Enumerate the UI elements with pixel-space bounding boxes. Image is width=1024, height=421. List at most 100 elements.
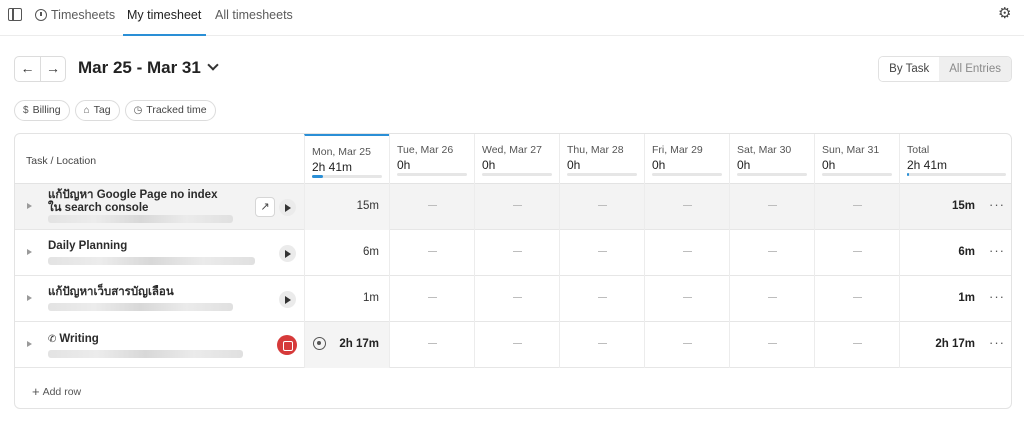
day-hours: 0h xyxy=(482,158,496,172)
progress-fill xyxy=(907,173,909,176)
play-button[interactable] xyxy=(279,245,296,262)
tag-icon: ⌂ xyxy=(83,105,90,116)
filter-label: Tag xyxy=(93,104,111,116)
more-options-icon[interactable]: ··· xyxy=(989,243,1005,258)
thu-cell[interactable] xyxy=(559,230,644,276)
day-progress-bar xyxy=(482,173,552,176)
cell-value: 1m xyxy=(363,292,379,304)
sat-cell[interactable] xyxy=(729,322,814,368)
fri-cell[interactable] xyxy=(644,322,729,368)
empty-dash xyxy=(598,205,607,206)
wed-cell[interactable] xyxy=(474,276,559,322)
sidebar-toggle-icon[interactable] xyxy=(8,8,22,21)
redacted-location xyxy=(48,257,255,265)
empty-dash xyxy=(683,297,692,298)
empty-dash xyxy=(768,205,777,206)
table-row[interactable]: แก้ปัญหา Google Page no index ใน search … xyxy=(15,184,1011,230)
sat-cell[interactable] xyxy=(729,184,814,230)
sun-cell[interactable] xyxy=(814,184,899,230)
thu-cell[interactable] xyxy=(559,276,644,322)
sat-cell[interactable] xyxy=(729,276,814,322)
task-title[interactable]: แก้ปัญหา Google Page no index ใน search … xyxy=(48,189,228,215)
mon-cell[interactable]: 1m xyxy=(304,276,389,322)
day-hours: 0h xyxy=(822,158,836,172)
wed-cell[interactable] xyxy=(474,322,559,368)
fri-cell[interactable] xyxy=(644,276,729,322)
sun-cell[interactable] xyxy=(814,322,899,368)
expand-caret-icon[interactable] xyxy=(27,203,32,209)
wed-cell[interactable] xyxy=(474,184,559,230)
previous-week-button[interactable]: ← xyxy=(15,57,40,81)
empty-dash xyxy=(598,343,607,344)
day-progress-bar xyxy=(822,173,892,176)
tue-cell[interactable] xyxy=(389,230,474,276)
tue-cell[interactable] xyxy=(389,276,474,322)
cell-value: 1m xyxy=(958,292,975,304)
task-title[interactable]: ✆ Writing xyxy=(48,333,99,346)
mon-cell[interactable]: 2h 17m xyxy=(304,322,389,368)
tab-my-timesheet[interactable]: My timesheet xyxy=(123,0,207,36)
sun-cell[interactable] xyxy=(814,230,899,276)
next-week-button[interactable]: → xyxy=(39,57,65,81)
expand-caret-icon[interactable] xyxy=(27,249,32,255)
filter-label: Billing xyxy=(32,104,61,116)
tracked-time-filter[interactable]: ◷ Tracked time xyxy=(124,100,216,121)
plus-icon: + xyxy=(32,384,40,399)
wed-cell[interactable] xyxy=(474,230,559,276)
tue-cell[interactable] xyxy=(389,184,474,230)
redacted-location xyxy=(48,303,233,311)
view-all-entries-button[interactable]: All Entries xyxy=(939,57,1011,81)
tue-cell[interactable] xyxy=(389,322,474,368)
empty-dash xyxy=(428,343,437,344)
task-title[interactable]: Daily Planning xyxy=(48,240,127,253)
stop-button[interactable] xyxy=(277,335,297,355)
table-row[interactable]: ✆ Writing 2h 17m 2h 17m ··· xyxy=(15,322,1011,368)
date-range-label: Mar 25 - Mar 31 xyxy=(78,58,201,77)
table-row[interactable]: แก้ปัญหาเว็บสารบัญเลือน 1m 1m ··· xyxy=(15,276,1011,322)
empty-dash xyxy=(428,297,437,298)
empty-dash xyxy=(683,205,692,206)
day-progress-bar xyxy=(737,173,807,176)
expand-caret-icon[interactable] xyxy=(27,295,32,301)
fri-cell[interactable] xyxy=(644,230,729,276)
sun-cell[interactable] xyxy=(814,276,899,322)
tag-filter[interactable]: ⌂ Tag xyxy=(74,100,120,121)
empty-dash xyxy=(428,205,437,206)
empty-dash xyxy=(853,205,862,206)
tab-label: My timesheet xyxy=(127,8,202,22)
week-navigation: ← → xyxy=(14,56,66,82)
running-timer-icon xyxy=(313,337,326,350)
view-by-task-button[interactable]: By Task xyxy=(879,57,940,81)
cell-value: 15m xyxy=(356,200,379,212)
open-link-icon[interactable]: ↗ xyxy=(255,197,275,217)
tab-label: Timesheets xyxy=(51,8,116,22)
sat-cell[interactable] xyxy=(729,230,814,276)
chevron-down-icon xyxy=(207,59,219,71)
fri-cell[interactable] xyxy=(644,184,729,230)
mon-cell[interactable]: 6m xyxy=(304,230,389,276)
add-row-button[interactable]: + Add row xyxy=(32,384,81,399)
play-button[interactable] xyxy=(279,199,296,216)
more-options-icon[interactable]: ··· xyxy=(989,335,1005,350)
billing-filter[interactable]: $ Billing xyxy=(14,100,70,121)
more-options-icon[interactable]: ··· xyxy=(989,197,1005,212)
empty-dash xyxy=(598,297,607,298)
day-hours: 0h xyxy=(567,158,581,172)
thu-cell[interactable] xyxy=(559,322,644,368)
mon-cell[interactable]: 15m xyxy=(304,184,389,230)
play-button[interactable] xyxy=(279,291,296,308)
timesheet-table: Task / Location Mon, Mar 25 2h 41m Tue, … xyxy=(14,133,1012,409)
filter-label: Tracked time xyxy=(146,104,207,116)
tab-timesheets[interactable]: Timesheets xyxy=(35,0,115,36)
date-range-picker[interactable]: Mar 25 - Mar 31 xyxy=(78,58,219,78)
table-row[interactable]: Daily Planning 6m 6m ··· xyxy=(15,230,1011,276)
thu-cell[interactable] xyxy=(559,184,644,230)
expand-caret-icon[interactable] xyxy=(27,341,32,347)
empty-dash xyxy=(768,343,777,344)
more-options-icon[interactable]: ··· xyxy=(989,289,1005,304)
gear-icon[interactable]: ⚙ xyxy=(998,6,1012,21)
tab-all-timesheets[interactable]: All timesheets xyxy=(215,0,293,36)
task-title[interactable]: แก้ปัญหาเว็บสารบัญเลือน xyxy=(48,286,174,299)
cell-value: 2h 17m xyxy=(935,338,975,350)
day-header-thu: Thu, Mar 28 0h xyxy=(559,134,644,184)
